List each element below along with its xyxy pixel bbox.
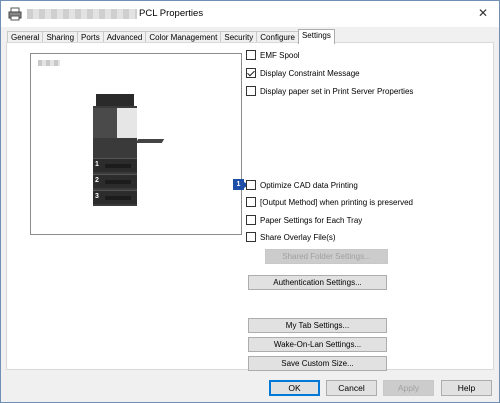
authentication-settings-button[interactable]: Authentication Settings... bbox=[248, 275, 387, 290]
tray-number-badge: 1 bbox=[233, 179, 244, 190]
checkbox[interactable] bbox=[246, 215, 256, 225]
window-title: PCL Properties bbox=[139, 8, 204, 19]
tab-strip: General Sharing Ports Advanced Color Man… bbox=[7, 29, 335, 44]
checkbox[interactable] bbox=[246, 50, 256, 60]
option-paper-settings-each-tray[interactable]: Paper Settings for Each Tray bbox=[246, 214, 362, 226]
tray-1: 1 bbox=[93, 158, 137, 172]
save-custom-size-button[interactable]: Save Custom Size... bbox=[248, 356, 387, 371]
checkbox[interactable] bbox=[246, 180, 256, 190]
close-button[interactable]: ✕ bbox=[471, 4, 495, 22]
checkbox[interactable] bbox=[246, 68, 256, 78]
option-output-method[interactable]: [Output Method] when printing is preserv… bbox=[246, 196, 413, 208]
my-tab-settings-button[interactable]: My Tab Settings... bbox=[248, 318, 387, 333]
redacted-printer-name bbox=[27, 9, 137, 19]
redacted-model-name bbox=[38, 60, 60, 66]
option-display-constraint-message[interactable]: Display Constraint Message bbox=[246, 67, 360, 79]
wake-on-lan-settings-button[interactable]: Wake-On-Lan Settings... bbox=[248, 337, 387, 352]
option-label: Share Overlay File(s) bbox=[260, 232, 336, 242]
option-label: EMF Spool bbox=[260, 50, 300, 60]
cancel-button[interactable]: Cancel bbox=[326, 380, 377, 396]
printer-preview: 1 2 3 bbox=[30, 53, 242, 235]
option-display-paper-set[interactable]: Display paper set in Print Server Proper… bbox=[246, 85, 413, 97]
tray-handle bbox=[105, 196, 131, 200]
title-bar: PCL Properties ✕ bbox=[0, 0, 500, 27]
tray-3: 3 bbox=[93, 190, 137, 204]
option-share-overlay[interactable]: Share Overlay File(s) bbox=[246, 231, 336, 243]
tab-settings[interactable]: Settings bbox=[297, 29, 335, 44]
option-label: Optimize CAD data Printing bbox=[260, 180, 358, 190]
option-label: Display Constraint Message bbox=[260, 68, 360, 78]
checkbox[interactable] bbox=[246, 197, 256, 207]
tray-number: 3 bbox=[95, 193, 99, 200]
shared-folder-settings-button[interactable]: Shared Folder Settings... bbox=[265, 249, 388, 264]
apply-button[interactable]: Apply bbox=[383, 380, 434, 396]
checkbox[interactable] bbox=[246, 232, 256, 242]
option-label: Display paper set in Print Server Proper… bbox=[260, 86, 414, 96]
option-optimize-cad[interactable]: Optimize CAD data Printing bbox=[246, 179, 358, 191]
printer-front bbox=[93, 108, 117, 138]
settings-panel: 1 2 3 1 EMF Spool Display Constraint Mes… bbox=[6, 42, 494, 371]
tray-2: 2 bbox=[93, 174, 137, 188]
properties-dialog: General Sharing Ports Advanced Color Man… bbox=[0, 27, 500, 403]
printer-icon bbox=[8, 7, 22, 21]
tray-number: 1 bbox=[95, 161, 99, 168]
option-emf-spool[interactable]: EMF Spool bbox=[246, 49, 300, 61]
option-label: [Output Method] when printing is preserv… bbox=[260, 197, 413, 207]
checkbox[interactable] bbox=[246, 86, 256, 96]
tray-handle bbox=[105, 180, 131, 184]
help-button[interactable]: Help bbox=[441, 380, 492, 396]
tray-handle bbox=[105, 164, 131, 168]
ok-button[interactable]: OK bbox=[269, 380, 320, 396]
option-label: Paper Settings for Each Tray bbox=[260, 215, 363, 225]
printer-control-panel bbox=[117, 108, 137, 138]
bypass-tray bbox=[135, 139, 165, 143]
tray-number: 2 bbox=[95, 177, 99, 184]
